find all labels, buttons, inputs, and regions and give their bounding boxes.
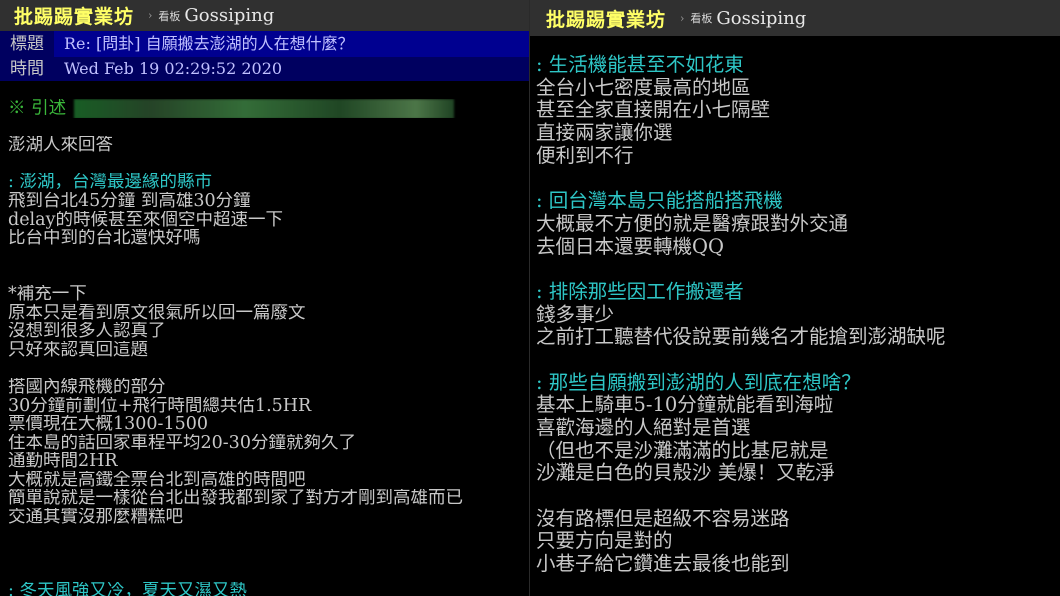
body-line — [536, 349, 1056, 372]
body-line: 大概最不方便的就是醫療跟對外交通 — [536, 212, 849, 235]
body-line: 只好來認真回這題 — [8, 340, 148, 360]
quoted-line: : 冬天風強又冷，夏天又濕又熱 — [8, 582, 247, 596]
body-line: 小巷子給它鑽進去最後也能到 — [536, 553, 790, 576]
site-name-link[interactable]: 批踢踢實業坊 — [14, 2, 134, 29]
body-line: 之前打工聽替代役說要前幾名才能搶到澎湖缺呢 — [536, 326, 946, 349]
right-article-body: : 生活機能甚至不如花東 全台小七密度最高的地區 甚至全家直接開在小七隔壁 直接兩家讓… — [536, 54, 1056, 596]
breadcrumb-arrow-icon: › — [680, 11, 685, 25]
body-line: 沒有路標但是超級不容易迷路 — [536, 507, 790, 530]
quoted-line: : 那些自願搬到澎湖的人到底在想啥？ — [536, 371, 861, 394]
left-article-panel: 批踢踢實業坊 › 看板 Gossiping 標題 Re: [問卦] 自願搬去澎湖… — [0, 0, 530, 596]
body-line — [8, 118, 526, 137]
quoted-line: : 澎湖，台灣最邊緣的縣市 — [8, 173, 212, 192]
screenshot: 批踢踢實業坊 › 看板 Gossiping 標題 Re: [問卦] 自願搬去澎湖… — [0, 0, 1060, 596]
body-line: 比台中到的台北還快好嗎 — [8, 229, 201, 248]
body-line: 原本只是看到原文很氣所以回一篇廢文 — [8, 303, 306, 323]
redacted-author-blur — [74, 99, 455, 118]
body-line: 簡單說就是一樣從台北出發我都到家了對方才剛到高雄而已 — [8, 489, 463, 509]
body-line — [8, 248, 526, 267]
body-line — [8, 359, 526, 378]
body-line: （但也不是沙灘滿滿的比基尼就是 — [536, 439, 829, 462]
body-line: 飛到台北45分鐘 到高雄30分鐘 — [8, 191, 251, 211]
quoted-line: : 排除那些因工作搬遷者 — [536, 280, 744, 303]
body-line: 錢多事少 — [536, 303, 615, 326]
body-line: 直接兩家讓你選 — [536, 122, 673, 145]
body-line: 住本島的話回家車程平均20-30分鐘就夠久了 — [8, 433, 356, 453]
breadcrumb-arrow-icon: › — [148, 9, 153, 22]
body-line — [8, 527, 526, 546]
meta-title-value: Re: [問卦] 自願搬去澎湖的人在想什麼？ — [54, 31, 530, 57]
body-line: 全台小七密度最高的地區 — [536, 76, 751, 99]
meta-title-row: 標題 Re: [問卦] 自願搬去澎湖的人在想什麼？ — [0, 31, 530, 57]
body-line — [8, 155, 526, 174]
body-line — [536, 576, 1056, 596]
body-line: 沙灘是白色的貝殼沙 美爆！又乾淨 — [536, 462, 835, 485]
body-line: 去個日本還要轉機QQ — [536, 235, 724, 258]
site-name-link[interactable]: 批踢踢實業坊 — [546, 5, 666, 32]
board-name-link[interactable]: Gossiping — [184, 5, 274, 26]
body-line — [8, 564, 526, 583]
meta-time-value: Wed Feb 19 02:29:52 2020 — [54, 57, 530, 81]
body-line: 便利到不行 — [536, 144, 634, 167]
body-line: 沒想到很多人認真了 — [8, 322, 166, 341]
body-line: 搭國內線飛機的部分 — [8, 377, 166, 397]
body-line: 喜歡海邊的人絕對是首選 — [536, 417, 751, 439]
body-line: 大概就是高鐵全票台北到高雄的時間吧 — [8, 470, 306, 490]
body-line: 甚至全家直接開在小七隔壁 — [536, 99, 771, 122]
meta-title-key: 標題 — [0, 31, 54, 57]
board-name-link[interactable]: Gossiping — [716, 8, 806, 29]
body-line: 30分鐘前劃位+飛行時間總共估1.5HR — [8, 396, 312, 416]
body-line: *補充一下 — [8, 284, 87, 304]
article-meta: 標題 Re: [問卦] 自願搬去澎湖的人在想什麼？ 時間 Wed Feb 19 … — [0, 27, 530, 81]
body-line — [8, 545, 526, 564]
body-line: 交通其實沒那麼糟糕吧 — [8, 508, 183, 527]
body-line: 票價現在大概1300-1500 — [8, 415, 208, 434]
board-label: 看板 — [690, 12, 713, 25]
body-line — [536, 258, 1056, 281]
quoted-line: : 回台灣本島只能搭船搭飛機 — [536, 190, 783, 213]
board-label: 看板 — [158, 9, 181, 23]
body-line — [536, 485, 1056, 508]
right-top-bar: 批踢踢實業坊 › 看板 Gossiping — [530, 0, 1060, 36]
body-line: delay的時候甚至來個空中超速一下 — [8, 210, 283, 230]
left-article-body: ※ 引述澎湖人來回答 : 澎湖，台灣最邊緣的縣市 飛到台北45分鐘 到高雄30分鐘 d… — [8, 99, 526, 596]
body-line: 只要方向是對的 — [536, 530, 673, 553]
meta-time-row: 時間 Wed Feb 19 02:29:52 2020 — [0, 57, 530, 81]
body-line — [536, 167, 1056, 190]
right-article-panel: 批踢踢實業坊 › 看板 Gossiping : 生活機能甚至不如花東 全台小七密度… — [530, 0, 1060, 596]
meta-time-key: 時間 — [0, 57, 54, 81]
body-line: 澎湖人來回答 — [8, 136, 113, 155]
body-line: 通勤時間2HR — [8, 452, 118, 471]
citation-line: ※ 引述 — [8, 99, 526, 118]
body-line: 基本上騎車5-10分鐘就能看到海啦 — [536, 394, 834, 417]
quoted-line: : 生活機能甚至不如花東 — [536, 54, 744, 76]
body-line — [8, 266, 526, 285]
